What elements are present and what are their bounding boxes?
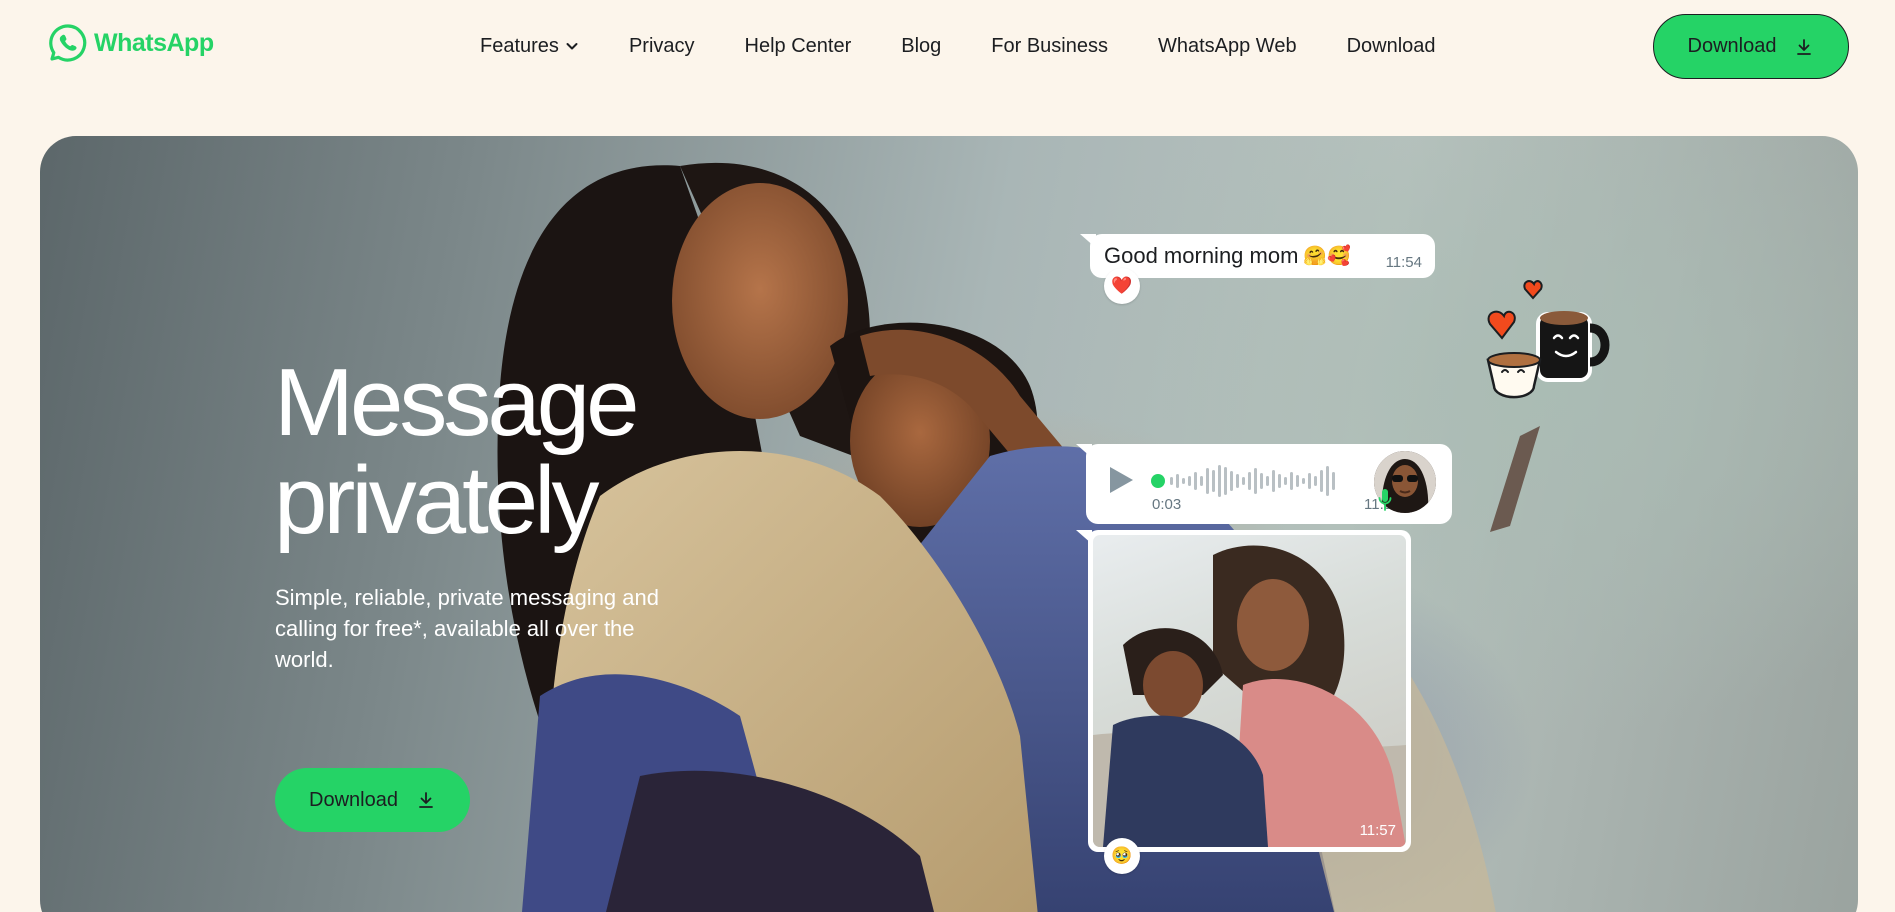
coffee-sticker-icon [1486,280,1610,399]
bubble-tail [1076,444,1092,458]
chevron-down-icon [566,43,578,50]
microphone-icon [1378,489,1392,511]
nav-features[interactable]: Features [480,35,579,58]
bubble-tail [1076,530,1092,544]
download-icon [1797,38,1812,55]
chat-bubble-text: Good morning mom 🤗🥰 11:54 [1090,234,1435,278]
hero-download-button[interactable]: Download [275,768,470,832]
bubble-tail [1080,234,1096,248]
whatsapp-logo[interactable]: WhatsApp [48,23,214,63]
play-icon[interactable] [1106,464,1136,496]
chat-photo-image [1093,545,1406,847]
hero-download-label: Download [309,788,398,811]
waveform-icon[interactable] [1150,462,1360,500]
hero-headline-line1: Message [274,349,640,456]
chat-message-emoji: 🤗🥰 [1303,246,1351,267]
nav-blog[interactable]: Blog [901,35,941,58]
header-download-label: Download [1687,35,1777,57]
whatsapp-logo-icon [49,24,87,62]
nav-privacy[interactable]: Privacy [629,35,695,58]
hero-subline: Simple, reliable, private messaging and … [275,585,659,672]
hero-headline-line2: privately [274,447,599,554]
chat-photo[interactable]: 11:57 [1093,535,1406,847]
chat-message-time: 11:54 [1385,254,1422,271]
photo-time: 11:57 [1359,822,1396,839]
hero-headline: Message privately [274,354,794,550]
download-icon [419,792,433,808]
chat-reaction-emoji: 🥹 [1104,838,1140,874]
site-header: WhatsApp Features Privacy Help Center Bl… [0,0,1895,92]
chat-message-text: Good morning mom [1104,243,1299,268]
header-download-button[interactable]: Download [1653,14,1849,79]
nav-whatsapp-web[interactable]: WhatsApp Web [1158,35,1297,58]
chat-reaction-heart: ❤️ [1104,268,1140,304]
nav-download[interactable]: Download [1347,35,1436,58]
chat-bubble-photo: 11:57 [1088,530,1411,852]
main-nav: Features Privacy Help Center Blog For Bu… [480,30,1436,62]
hero-section: Message privately Simple, reliable, priv… [40,136,1858,912]
nav-help-center[interactable]: Help Center [745,35,852,58]
brand-name: WhatsApp [94,28,214,57]
nav-for-business[interactable]: For Business [991,35,1108,58]
nav-features-label: Features [480,34,559,57]
voice-duration: 0:03 [1152,496,1182,513]
